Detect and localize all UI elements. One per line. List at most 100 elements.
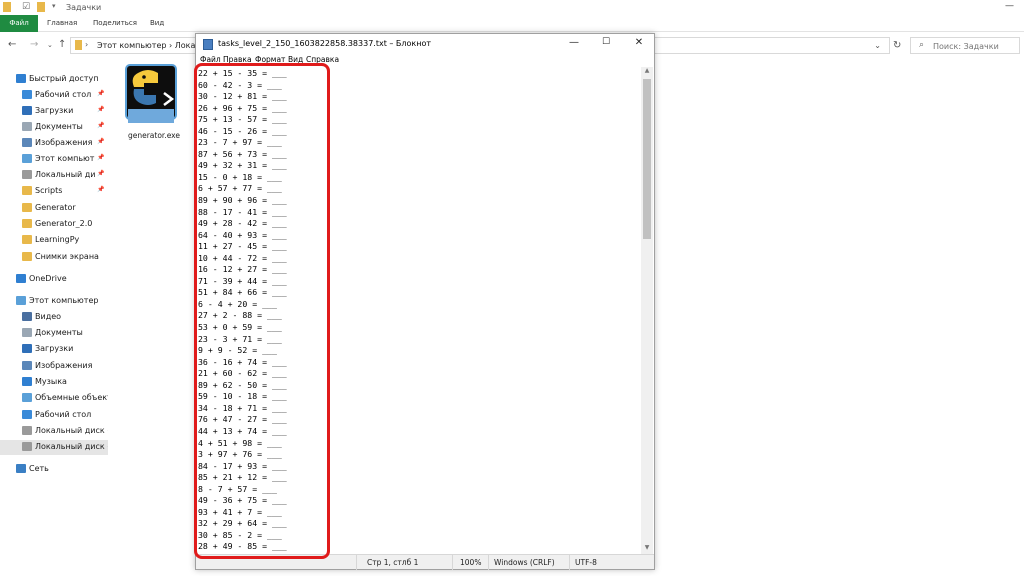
text-line: 28 + 49 - 85 = ___ xyxy=(198,541,287,552)
folder-icon xyxy=(22,186,32,195)
folder-icon[interactable] xyxy=(37,2,45,12)
scroll-thumb[interactable] xyxy=(643,79,651,239)
sidebar-item[interactable]: Документы xyxy=(0,326,108,341)
sidebar-item[interactable]: Локальный диск (D xyxy=(0,440,108,455)
sidebar-item[interactable]: Этот компьютер xyxy=(0,294,108,309)
tab-share[interactable]: Поделиться xyxy=(93,15,137,32)
sidebar-item[interactable]: Этот компьютер📌 xyxy=(0,152,108,167)
sidebar-item[interactable]: OneDrive xyxy=(0,272,108,287)
sidebar-item-label: Изображения xyxy=(35,361,93,370)
text-line: 76 + 47 - 27 = ___ xyxy=(198,414,287,425)
chevron-right-icon: › xyxy=(85,40,89,49)
up-arrow-icon[interactable]: ↑ xyxy=(58,39,66,50)
breadcrumb[interactable]: Этот компьютер › Локаль xyxy=(97,41,205,50)
sidebar-item[interactable]: Видео xyxy=(0,310,108,325)
star-icon xyxy=(16,74,26,83)
pin-icon: 📌 xyxy=(97,90,105,97)
close-icon[interactable]: ✕ xyxy=(624,37,654,51)
tab-view[interactable]: Вид xyxy=(150,15,164,32)
ribbon: Файл Главная Поделиться Вид xyxy=(0,15,1024,32)
text-line: 71 - 39 + 44 = ___ xyxy=(198,275,287,286)
checkbox-icon[interactable]: ☑ xyxy=(22,2,30,12)
menu-help[interactable]: Справка xyxy=(306,55,339,64)
scroll-up-icon[interactable]: ▲ xyxy=(641,67,653,77)
text-line: 27 + 2 - 88 = ___ xyxy=(198,310,282,321)
sidebar-item-label: Документы xyxy=(35,122,83,131)
minimize-icon[interactable]: — xyxy=(559,37,589,51)
notepad-title-bar[interactable]: tasks_level_2_150_1603822858.38337.txt –… xyxy=(196,34,654,55)
text-line: 64 - 40 + 93 = ___ xyxy=(198,229,287,240)
search-box[interactable]: ⌕ xyxy=(910,37,1020,54)
file-generator-exe[interactable]: generator.exe xyxy=(124,63,184,143)
sidebar-item[interactable]: Локальный диск (C xyxy=(0,424,108,439)
sidebar-item-label: Локальный диск xyxy=(35,170,95,179)
menu-file[interactable]: Файл xyxy=(200,55,221,64)
folder-icon xyxy=(22,203,32,212)
folder-icon xyxy=(22,252,32,261)
sidebar-item[interactable]: Рабочий стол xyxy=(0,408,108,423)
maximize-icon[interactable]: ☐ xyxy=(591,37,621,51)
dropdown-icon[interactable]: ▾ xyxy=(52,2,56,12)
text-line: 15 - 0 + 18 = ___ xyxy=(198,171,282,182)
zoom-level: 100% xyxy=(460,558,482,567)
sidebar-item[interactable]: Изображения 📌 xyxy=(0,136,108,151)
menu-format[interactable]: Формат xyxy=(255,55,285,64)
sidebar-item[interactable]: Сеть xyxy=(0,462,108,477)
recent-dropdown-icon[interactable]: ⌄ xyxy=(47,41,53,49)
image-icon xyxy=(22,138,32,147)
sidebar-item-label: Рабочий стол xyxy=(35,410,92,419)
sidebar-item-label: Загрузки xyxy=(35,106,74,115)
sidebar-item[interactable]: Документы 📌 xyxy=(0,120,108,135)
notepad-menu-bar: Файл Правка Формат Вид Справка xyxy=(196,55,654,67)
sidebar-item-label: Музыка xyxy=(35,377,67,386)
sidebar-item-label: Объемные объекты xyxy=(35,393,108,402)
sidebar-item[interactable]: Generator_2.0 xyxy=(0,217,108,232)
chevron-down-icon[interactable]: ⌄ xyxy=(874,41,881,50)
text-line: 44 + 13 + 74 = ___ xyxy=(198,425,287,436)
text-line: 34 - 18 + 71 = ___ xyxy=(198,402,287,413)
text-line: 89 + 90 + 96 = ___ xyxy=(198,195,287,206)
menu-edit[interactable]: Правка xyxy=(223,55,252,64)
text-line: 46 - 15 - 26 = ___ xyxy=(198,125,287,136)
sidebar-item[interactable]: Снимки экрана xyxy=(0,250,108,265)
tab-file[interactable]: Файл xyxy=(0,15,38,32)
computer-icon xyxy=(16,296,26,305)
folder-icon xyxy=(3,2,11,12)
sidebar-item[interactable]: LearningPy xyxy=(0,233,108,248)
sidebar-item[interactable]: Изображения xyxy=(0,359,108,374)
forward-arrow-icon[interactable]: → xyxy=(30,39,38,50)
notepad-icon xyxy=(203,39,213,50)
sidebar-item-label: OneDrive xyxy=(29,274,67,283)
text-line: 30 + 85 - 2 = ___ xyxy=(198,529,282,540)
minimize-icon[interactable]: — xyxy=(1005,1,1014,11)
notepad-text-area[interactable]: 22 + 15 - 35 = ___ 60 - 42 - 3 = ___ 30 - … xyxy=(198,68,642,553)
sidebar-item[interactable]: Рабочий стол 📌 xyxy=(0,88,108,103)
notepad-window[interactable]: tasks_level_2_150_1603822858.38337.txt –… xyxy=(195,33,655,570)
sidebar-item[interactable]: Объемные объекты xyxy=(0,391,108,406)
refresh-icon[interactable]: ↻ xyxy=(893,40,901,51)
image-icon xyxy=(22,361,32,370)
sidebar-item[interactable]: Быстрый доступ xyxy=(0,72,108,87)
text-line: 10 + 44 - 72 = ___ xyxy=(198,252,287,263)
vertical-scrollbar[interactable]: ▲ ▼ xyxy=(641,67,653,554)
text-line: 51 + 84 + 66 = ___ xyxy=(198,287,287,298)
text-line: 16 - 12 + 27 = ___ xyxy=(198,264,287,275)
document-icon xyxy=(22,122,32,131)
sidebar-item[interactable]: Музыка xyxy=(0,375,108,390)
back-arrow-icon[interactable]: ← xyxy=(8,39,16,50)
text-line: 59 - 10 - 18 = ___ xyxy=(198,391,287,402)
sidebar-item-label: Scripts xyxy=(35,186,63,195)
sidebar-item[interactable]: Загрузки 📌 xyxy=(0,104,108,119)
text-line: 53 + 0 + 59 = ___ xyxy=(198,322,282,333)
sidebar-item-label: Этот компьютер xyxy=(29,296,99,305)
search-input[interactable] xyxy=(933,40,1017,52)
menu-view[interactable]: Вид xyxy=(288,55,303,64)
sidebar-item[interactable]: Scripts 📌 xyxy=(0,184,108,199)
sidebar-item[interactable]: Загрузки xyxy=(0,342,108,357)
scroll-down-icon[interactable]: ▼ xyxy=(641,544,653,554)
pin-icon: 📌 xyxy=(97,122,105,129)
pin-icon: 📌 xyxy=(97,138,105,145)
tab-home[interactable]: Главная xyxy=(47,15,77,32)
sidebar-item[interactable]: Локальный диск📌 xyxy=(0,168,108,183)
sidebar-item[interactable]: Generator xyxy=(0,201,108,216)
